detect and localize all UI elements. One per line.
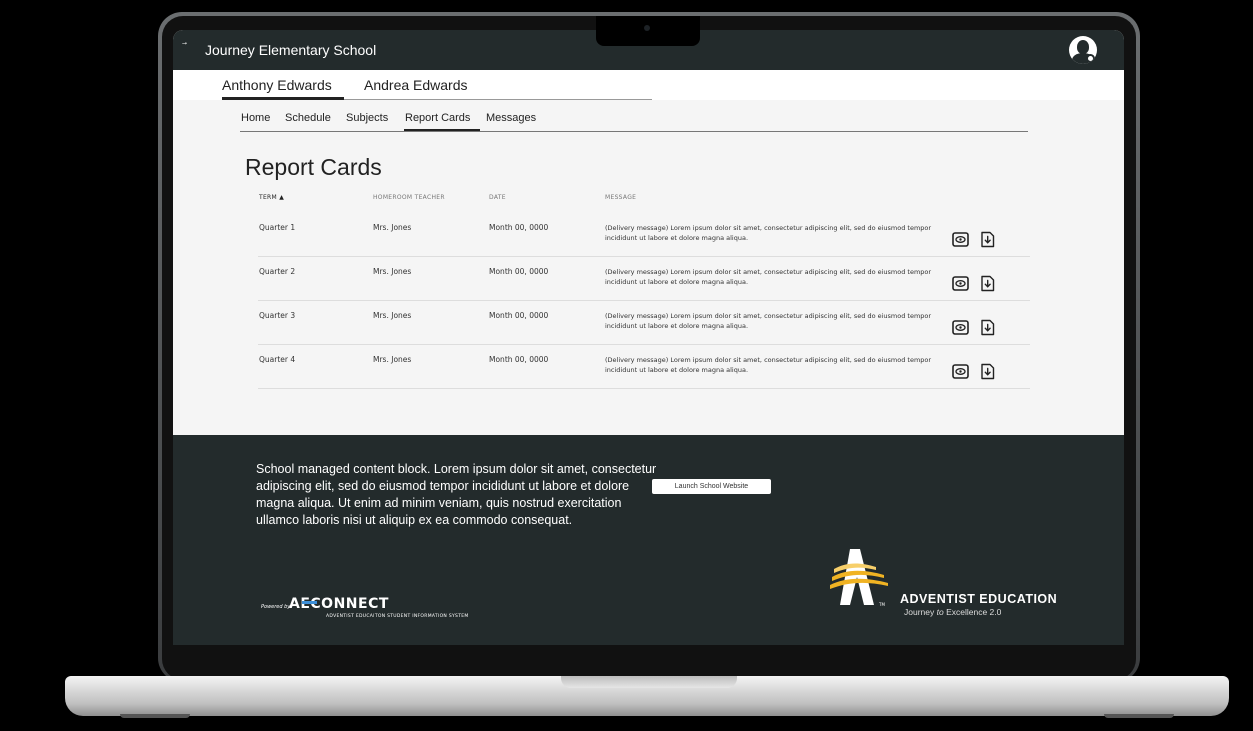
nav-messages[interactable]: Messages xyxy=(486,112,536,124)
laptop-opening-notch xyxy=(561,676,737,688)
column-header-term[interactable]: TERM ▲ xyxy=(259,194,284,201)
avatar-head-icon xyxy=(1077,40,1089,54)
tagline-part-2: to xyxy=(936,607,944,617)
row-divider xyxy=(258,388,1030,389)
message-cell: (Delivery message) Lorem ipsum dolor sit… xyxy=(605,268,932,286)
download-icon[interactable] xyxy=(979,275,996,292)
aeconnect-mark-icon xyxy=(302,601,317,604)
adventist-education-logo-icon xyxy=(830,549,888,605)
eye-icon[interactable] xyxy=(952,275,969,292)
launch-school-website-button[interactable]: Launch School Website xyxy=(652,479,771,494)
term-cell: Quarter 1 xyxy=(259,223,296,232)
eye-icon[interactable] xyxy=(952,319,969,336)
app-screen: ⃗ Journey Elementary School Anthony Edwa… xyxy=(173,30,1124,645)
trademark-label: TM xyxy=(879,602,885,607)
aeconnect-subtitle: ADVENTIST EDUCAITON STUDENT INFORMATION … xyxy=(326,614,469,619)
eye-icon[interactable] xyxy=(952,231,969,248)
column-header-date[interactable]: DATE xyxy=(489,194,506,201)
column-header-message[interactable]: MESSAGE xyxy=(605,194,636,201)
student-tab-andrea[interactable]: Andrea Edwards xyxy=(364,77,468,93)
nav-divider xyxy=(240,131,1028,132)
download-icon[interactable] xyxy=(979,231,996,248)
date-cell: Month 00, 0000 xyxy=(489,355,549,364)
table-row: Quarter 1 Mrs. Jones Month 00, 0000 (Del… xyxy=(173,213,1124,257)
aeconnect-wordmark: AECONNECT xyxy=(289,596,389,612)
nav-active-indicator xyxy=(404,129,480,131)
laptop-foot-left xyxy=(120,714,190,718)
adventist-education-title: ADVENTIST EDUCATION xyxy=(900,592,1058,606)
footer: School managed content block. Lorem ipsu… xyxy=(173,435,1124,645)
table-row: Quarter 4 Mrs. Jones Month 00, 0000 (Del… xyxy=(173,345,1124,389)
teacher-cell: Mrs. Jones xyxy=(373,267,412,276)
tagline-part-1: Journey xyxy=(904,607,937,617)
adventist-education-tagline: Journey to Excellence 2.0 xyxy=(904,607,1001,617)
term-cell: Quarter 4 xyxy=(259,355,296,364)
laptop-mockup: ⃗ Journey Elementary School Anthony Edwa… xyxy=(0,0,1253,731)
message-cell: (Delivery message) Lorem ipsum dolor sit… xyxy=(605,224,932,242)
school-name: Journey Elementary School xyxy=(205,42,377,58)
user-avatar[interactable] xyxy=(1069,36,1097,64)
nav-subjects[interactable]: Subjects xyxy=(346,112,388,124)
table-row: Quarter 2 Mrs. Jones Month 00, 0000 (Del… xyxy=(173,257,1124,301)
aeconnect-logo: Powered by AECONNECT ADVENTIST EDUCAITON… xyxy=(261,592,541,622)
main-nav: Home Schedule Subjects Report Cards Mess… xyxy=(173,100,1124,134)
teacher-cell: Mrs. Jones xyxy=(373,223,412,232)
term-cell: Quarter 2 xyxy=(259,267,296,276)
download-icon[interactable] xyxy=(979,319,996,336)
nav-schedule[interactable]: Schedule xyxy=(285,112,331,124)
student-tab-anthony[interactable]: Anthony Edwards xyxy=(222,77,332,93)
camera-notch xyxy=(596,16,700,46)
download-icon[interactable] xyxy=(979,363,996,380)
nav-report-cards[interactable]: Report Cards xyxy=(405,112,470,124)
date-cell: Month 00, 0000 xyxy=(489,267,549,276)
laptop-foot-right xyxy=(1104,714,1174,718)
teacher-cell: Mrs. Jones xyxy=(373,311,412,320)
table-header: TERM ▲ HOMEROOM TEACHER DATE MESSAGE xyxy=(173,194,1124,208)
page-title: Report Cards xyxy=(245,154,382,180)
school-content-block: School managed content block. Lorem ipsu… xyxy=(256,462,657,527)
date-cell: Month 00, 0000 xyxy=(489,223,549,232)
teacher-cell: Mrs. Jones xyxy=(373,355,412,364)
eye-icon[interactable] xyxy=(952,363,969,380)
message-cell: (Delivery message) Lorem ipsum dolor sit… xyxy=(605,312,932,330)
message-cell: (Delivery message) Lorem ipsum dolor sit… xyxy=(605,356,932,374)
nav-home[interactable]: Home xyxy=(241,112,270,124)
column-header-teacher[interactable]: HOMEROOM TEACHER xyxy=(373,194,445,201)
powered-by-label: Powered by xyxy=(261,604,291,610)
tagline-part-3: Excellence 2.0 xyxy=(943,607,1002,617)
avatar-status-icon xyxy=(1086,54,1095,63)
date-cell: Month 00, 0000 xyxy=(489,311,549,320)
table-row: Quarter 3 Mrs. Jones Month 00, 0000 (Del… xyxy=(173,301,1124,345)
term-cell: Quarter 3 xyxy=(259,311,296,320)
camera-icon xyxy=(644,25,650,31)
student-tabs: Anthony Edwards Andrea Edwards xyxy=(173,70,1124,100)
